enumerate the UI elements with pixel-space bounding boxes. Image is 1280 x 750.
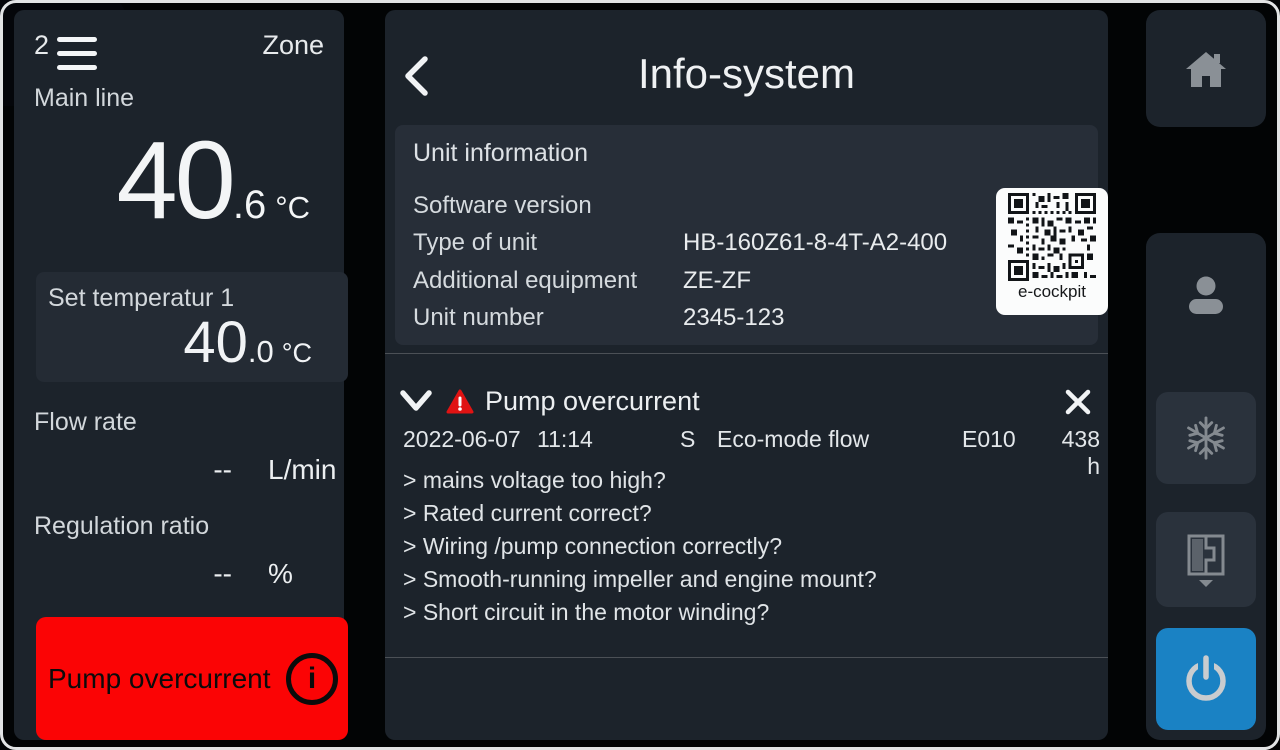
set-temp-value: 40 .0 °C — [183, 314, 312, 372]
user-button[interactable] — [1146, 261, 1266, 331]
zone-label: Zone — [262, 30, 324, 61]
chevron-down-icon — [400, 390, 432, 412]
alarm-banner[interactable]: Pump overcurrent i — [36, 617, 348, 740]
alarm-banner-text: Pump overcurrent — [48, 663, 271, 695]
user-icon — [1182, 273, 1230, 319]
row-value: ZE-ZF — [683, 267, 751, 295]
flow-rate-label: Flow rate — [34, 408, 137, 437]
list-item: > Short circuit in the motor winding? — [403, 596, 877, 629]
row-label: Type of unit — [413, 229, 683, 257]
zone-select-button[interactable] — [1156, 512, 1256, 607]
set-temp-unit: °C — [282, 340, 312, 367]
flow-rate-value: -- — [34, 454, 232, 486]
warning-triangle-icon — [446, 389, 474, 415]
row-label: Unit number — [413, 304, 683, 332]
divider — [385, 657, 1108, 658]
list-item: > Rated current correct? — [403, 497, 877, 530]
alarm-code: E010 — [962, 426, 1043, 480]
set-temp-label: Set temperatur 1 — [48, 284, 234, 313]
unit-information-section: Unit information Software version Type o… — [395, 125, 1098, 345]
page-title: Info-system — [385, 50, 1108, 98]
set-temp-int: 40 — [183, 314, 248, 372]
power-button[interactable] — [1156, 628, 1256, 730]
flow-rate-row: -- L/min — [34, 454, 334, 486]
sidebar — [1146, 233, 1266, 740]
power-icon — [1180, 653, 1232, 705]
main-temp-int: 40 — [116, 126, 232, 236]
row-label: Software version — [413, 192, 683, 220]
zone-header: 2 Zone — [34, 30, 324, 61]
qr-code — [1008, 193, 1096, 281]
zone-panel: 2 Zone Main line 40 .6 °C Set temperatur… — [14, 10, 344, 740]
table-row: Type of unit HB-160Z61-8-4T-A2-400 — [413, 225, 1080, 263]
list-item: > Smooth-running impeller and engine mou… — [403, 563, 877, 596]
flow-rate-unit: L/min — [268, 454, 336, 486]
regulation-ratio-label: Regulation ratio — [34, 512, 209, 541]
table-row: Additional equipment ZE-ZF — [413, 262, 1080, 300]
alarm-title: Pump overcurrent — [485, 386, 700, 417]
zone-number: 2 — [34, 30, 49, 61]
alarm-expand-button[interactable] — [400, 390, 432, 412]
alarm-close-button[interactable] — [1064, 388, 1092, 416]
table-row: Software version — [413, 187, 1080, 225]
set-temperature-field[interactable]: Set temperatur 1 40 .0 °C — [36, 272, 348, 382]
divider — [385, 353, 1108, 354]
close-icon — [1064, 388, 1092, 416]
main-temperature: 40 .6 °C — [116, 126, 310, 236]
regulation-ratio-unit: % — [268, 558, 293, 590]
main-temp-dec: .6 — [233, 185, 266, 225]
regulation-ratio-row: -- % — [34, 558, 334, 590]
snowflake-icon — [1183, 415, 1229, 461]
unit-info-rows: Software version Type of unit HB-160Z61-… — [413, 187, 1080, 337]
qr-label: e-cockpit — [1018, 282, 1086, 302]
row-value: 2345-123 — [683, 304, 784, 332]
cooling-button[interactable] — [1156, 392, 1256, 484]
main-line-label: Main line — [34, 84, 134, 113]
home-button[interactable] — [1146, 10, 1266, 127]
info-system-panel: Info-system Unit information Software ve… — [385, 10, 1108, 740]
row-label: Additional equipment — [413, 267, 683, 295]
main-temp-unit: °C — [275, 192, 310, 223]
set-temp-dec: .0 — [248, 336, 274, 367]
home-icon — [1184, 49, 1228, 89]
alarm-hours: 438 h — [1043, 426, 1100, 480]
table-row: Unit number 2345-123 — [413, 300, 1080, 338]
qr-card: e-cockpit — [996, 188, 1108, 315]
info-icon[interactable]: i — [286, 653, 338, 705]
list-item: > Wiring /pump connection correctly? — [403, 530, 877, 563]
list-item: > mains voltage too high? — [403, 464, 877, 497]
alarm-checklist: > mains voltage too high? > Rated curren… — [403, 464, 877, 629]
regulation-ratio-value: -- — [34, 558, 232, 590]
row-value: HB-160Z61-8-4T-A2-400 — [683, 229, 947, 257]
zone-window-icon — [1182, 533, 1230, 587]
section-title: Unit information — [413, 139, 588, 168]
